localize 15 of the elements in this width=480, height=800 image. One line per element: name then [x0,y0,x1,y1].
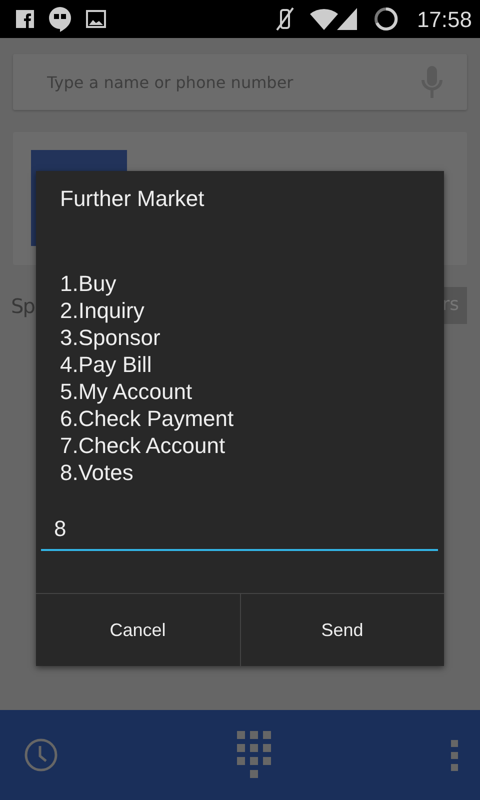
overflow-menu-icon[interactable] [451,740,458,770]
menu-text: 1.Buy 2.Inquiry 3.Sponsor 4.Pay Bill 5.My Account 6.Check Payment 7.Check Account 8.Votes [59,270,235,486]
battery-circle-icon [372,6,399,32]
send-button[interactable]: Send [240,594,444,666]
dialog-title: Further Market [59,185,206,212]
history-icon[interactable] [24,738,58,772]
facebook-icon [16,10,34,28]
chat-bubble-icon [48,6,72,32]
dialpad-icon[interactable] [236,731,272,779]
cancel-button[interactable]: Cancel [36,594,240,666]
wifi-signal-icon [308,6,359,32]
clock-time: 17:58 [416,6,472,34]
vibrate-off-icon [274,6,295,32]
reply-input[interactable]: 8 [41,512,438,552]
image-icon [86,9,106,29]
